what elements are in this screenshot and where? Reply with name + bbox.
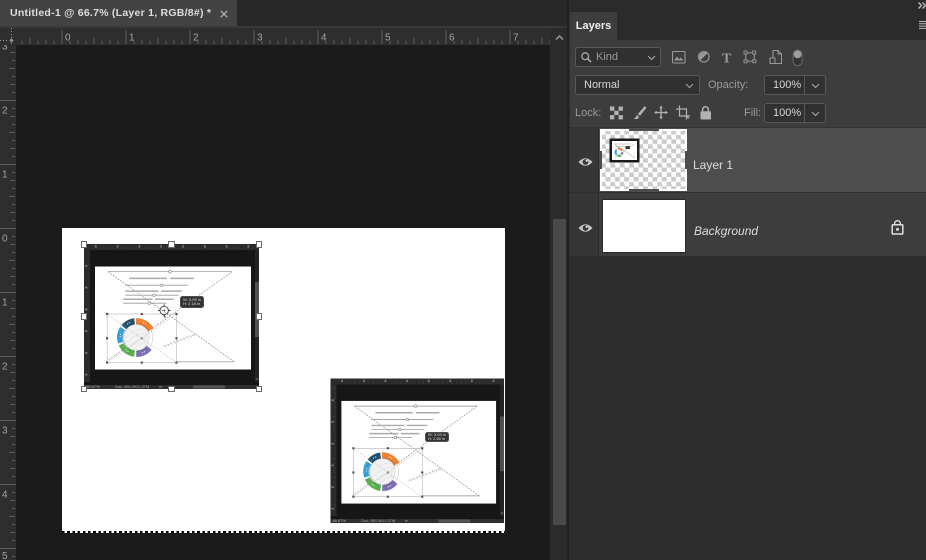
- svg-text:T: T: [722, 52, 732, 67]
